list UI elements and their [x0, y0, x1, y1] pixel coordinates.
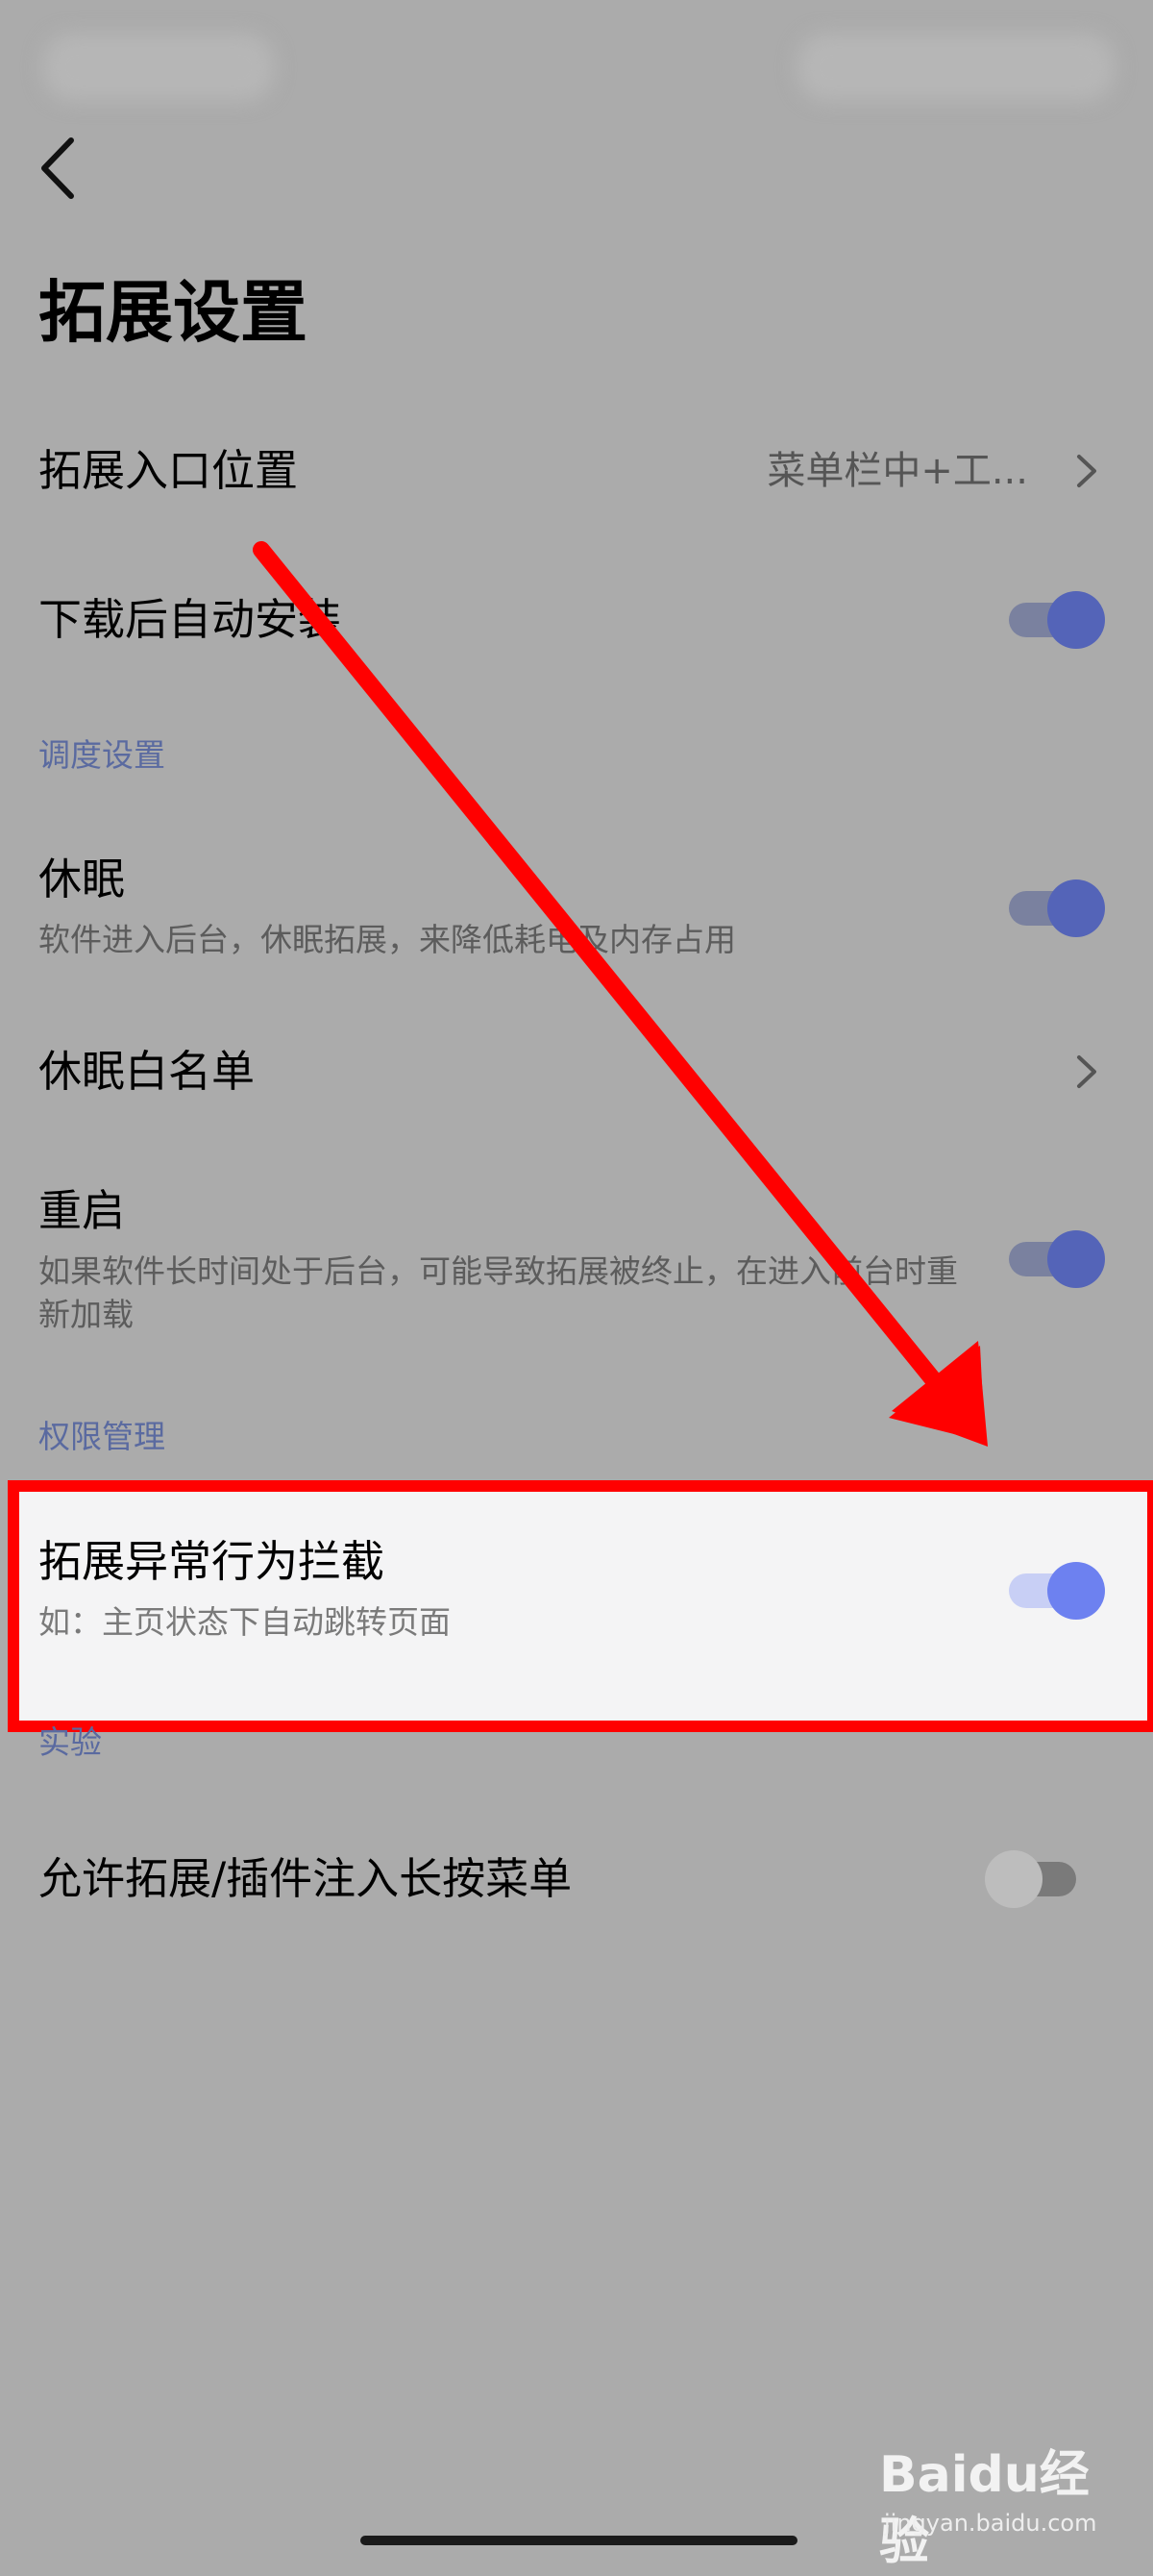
status-bar-right: [797, 34, 1115, 101]
chevron-right-icon: [1077, 455, 1096, 487]
section-experimental: 实验: [38, 1723, 102, 1761]
back-button[interactable]: [29, 130, 86, 207]
restart-toggle[interactable]: [1009, 1230, 1105, 1288]
restart-desc: 如果软件长时间处于后台，可能导致拓展被终止，在进入前台时重新加载: [38, 1252, 958, 1333]
page-title: 拓展设置: [38, 273, 307, 352]
restart-row: 重启 如果软件长时间处于后台，可能导致拓展被终止，在进入前台时重新加载: [0, 1182, 1153, 1346]
baidu-watermark: Baidu经验 jingyan.baidu.com: [879, 2441, 1119, 2571]
entry-position-row[interactable]: 拓展入口位置 菜单栏中+工...: [0, 423, 1153, 519]
entry-position-label: 拓展入口位置: [38, 445, 299, 496]
toggle-knob: [1047, 591, 1105, 649]
sleep-row: 休眠 软件进入后台，休眠拓展，来降低耗电及内存占用: [0, 851, 1153, 976]
abnormal-block-row: 拓展异常行为拦截 如：主页状态下自动跳转页面: [0, 1533, 1153, 1658]
section-permissions: 权限管理: [38, 1418, 165, 1455]
auto-install-row: 下载后自动安装: [0, 572, 1153, 668]
toggle-knob: [985, 1850, 1043, 1908]
toggle-knob: [1047, 1230, 1105, 1288]
home-indicator[interactable]: [360, 2536, 797, 2545]
sleep-desc: 软件进入后台，休眠拓展，来降低耗电及内存占用: [38, 921, 736, 958]
inject-menu-label: 允许拓展/插件注入长按菜单: [38, 1853, 573, 1904]
inject-menu-toggle[interactable]: [985, 1850, 1081, 1908]
chevron-left-icon: [41, 137, 74, 199]
abnormal-block-desc: 如：主页状态下自动跳转页面: [38, 1603, 451, 1641]
toggle-knob: [1047, 1562, 1105, 1620]
auto-install-label: 下载后自动安装: [38, 594, 342, 645]
sleep-toggle[interactable]: [1009, 879, 1105, 937]
abnormal-block-label: 拓展异常行为拦截: [38, 1536, 385, 1587]
entry-position-value: 菜单栏中+工...: [767, 449, 1028, 493]
chevron-right-icon: [1077, 1055, 1096, 1088]
status-bar-left: [43, 34, 274, 101]
abnormal-block-toggle[interactable]: [1009, 1562, 1105, 1620]
sleep-whitelist-row[interactable]: 休眠白名单: [0, 1024, 1153, 1120]
inject-menu-row: 允许拓展/插件注入长按菜单: [0, 1850, 1153, 1946]
watermark-url: jingyan.baidu.com: [884, 2510, 1097, 2537]
sleep-label: 休眠: [38, 854, 126, 904]
auto-install-toggle[interactable]: [1009, 591, 1105, 649]
restart-label: 重启: [38, 1185, 126, 1236]
sleep-whitelist-label: 休眠白名单: [38, 1046, 256, 1097]
toggle-knob: [1047, 879, 1105, 937]
section-scheduling: 调度设置: [38, 736, 165, 774]
